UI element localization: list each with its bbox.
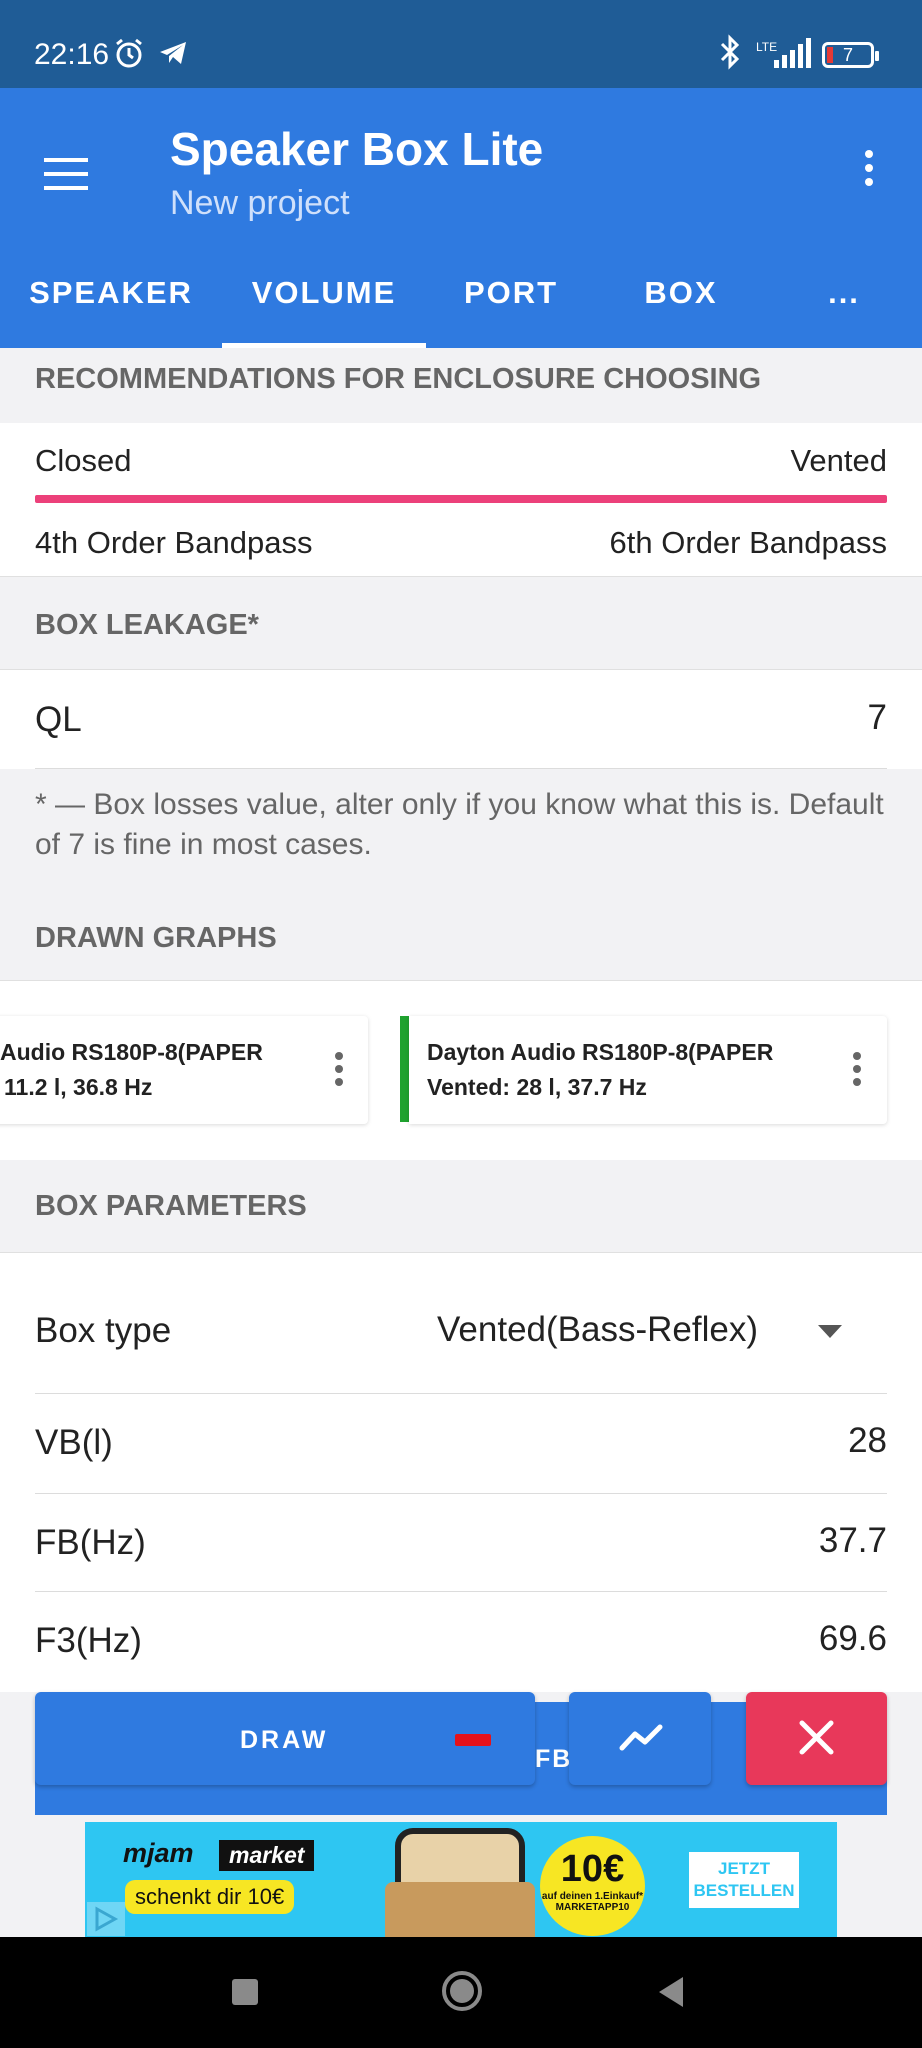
graph-card[interactable]: Audio RS180P-8(PAPER 11.2 l, 36.8 Hz [0,1016,368,1124]
recommendations-panel: Closed Vented 4th Order Bandpass 6th Ord… [0,423,922,576]
enclosure-indicator-bar [35,495,887,503]
box-leakage-note: * — Box losses value, alter only if you … [35,788,884,861]
graph-card-details: Vented: 28 l, 37.7 Hz [427,1074,647,1100]
section-header-recommendations: RECOMMENDATIONS FOR ENCLOSURE CHOOSING [0,348,922,423]
fb-value[interactable]: 37.7 [819,1521,887,1561]
graph-card-title: Audio RS180P-8(PAPER [0,1039,263,1065]
ad-banner[interactable]: mjam market schenkt dir 10€ 10€ auf dein… [85,1822,837,1937]
draw-button-label: DRAW [240,1726,329,1754]
tab-port[interactable]: PORT [426,268,596,348]
hamburger-menu-icon[interactable] [44,158,88,192]
tab-speaker[interactable]: SPEAKER [0,268,222,348]
label-4th-order-bandpass: 4th Order Bandpass [35,525,313,560]
ad-badge-amount: 10€ [560,1848,625,1890]
recents-icon[interactable] [230,1977,260,2007]
battery-level: 7 [842,45,853,65]
app-title: Speaker Box Lite [170,123,544,175]
ql-label: QL [35,700,82,739]
clear-graphs-button[interactable] [746,1692,887,1785]
ql-value[interactable]: 7 [868,698,887,738]
signal-icon [774,38,811,68]
section-header-box-leakage: BOX LEAKAGE* [0,576,922,669]
graph-color-indicator [455,1734,491,1746]
ad-badge: 10€ auf deinen 1.Einkauf* MARKETAPP10 [540,1836,645,1936]
ad-grocery-bag-image [385,1882,535,1937]
bluetooth-icon [720,34,740,70]
ad-choices-icon[interactable] [87,1902,125,1936]
graph-card[interactable]: Dayton Audio RS180P-8(PAPER Vented: 28 l… [409,1016,887,1124]
tab-box[interactable]: BOX [596,268,766,348]
label-vented: Vented [790,443,887,478]
status-time: 22:16 [34,38,110,71]
box-type-select[interactable]: Vented(Bass-Reflex) [437,1310,758,1350]
ad-cta-button[interactable]: JETZT BESTELLEN [689,1852,799,1908]
vb-label: VB(l) [35,1423,113,1462]
f3-label: F3(Hz) [35,1621,142,1660]
status-bar: 22:16 LTE 7 [0,0,922,88]
graph-card-title: Dayton Audio RS180P-8(PAPER [427,1039,774,1065]
fb-label: FB(Hz) [35,1523,146,1562]
dropdown-arrow-icon[interactable] [818,1325,842,1338]
ql-row[interactable]: QL 7 [0,669,922,769]
vb-value[interactable]: 28 [848,1421,887,1461]
tab-bar: SPEAKER VOLUME PORT BOX ... [0,268,922,348]
section-header-drawn-graphs: DRAWN GRAPHS [0,900,922,980]
graph-card-menu-icon[interactable] [335,1052,345,1092]
graph-card-menu-icon[interactable] [853,1052,863,1092]
divider [35,1393,887,1394]
tab-volume[interactable]: VOLUME [222,268,426,348]
system-nav-bar [0,1937,922,2048]
divider [35,768,887,769]
divider [35,1591,887,1592]
graph-color-marker [400,1016,409,1122]
home-icon[interactable] [440,1969,484,2013]
section-header-box-parameters: BOX PARAMETERS [0,1160,922,1252]
draw-button[interactable]: DRAW [35,1692,535,1785]
line-chart-icon [619,1724,663,1751]
ad-brand-box: market [219,1840,315,1871]
back-icon[interactable] [655,1975,687,2009]
box-type-label: Box type [35,1311,172,1350]
action-bar-partial-label: FB [535,1745,573,1773]
project-name: New project [170,184,350,222]
label-6th-order-bandpass: 6th Order Bandpass [609,525,887,560]
divider [35,1493,887,1494]
app-bar: Speaker Box Lite New project SPEAKER VOL… [0,88,922,348]
close-icon [799,1720,834,1755]
label-closed: Closed [35,443,132,478]
ad-slogan: schenkt dir 10€ [125,1880,295,1914]
battery-icon: 7 [822,42,879,68]
box-parameters-panel: Box type Vented(Bass-Reflex) VB(l) 28 FB… [0,1252,922,1692]
ad-badge-code: auf deinen 1.Einkauf* MARKETAPP10 [541,1891,644,1913]
telegram-icon [160,42,186,64]
alarm-icon [116,38,142,68]
graph-card-details: 11.2 l, 36.8 Hz [4,1074,153,1100]
show-graph-button[interactable] [569,1692,711,1785]
tab-more[interactable]: ... [766,268,922,348]
f3-value: 69.6 [818,1619,887,1658]
overflow-menu-icon[interactable] [862,150,876,200]
ad-brand: mjam [123,1838,194,1868]
